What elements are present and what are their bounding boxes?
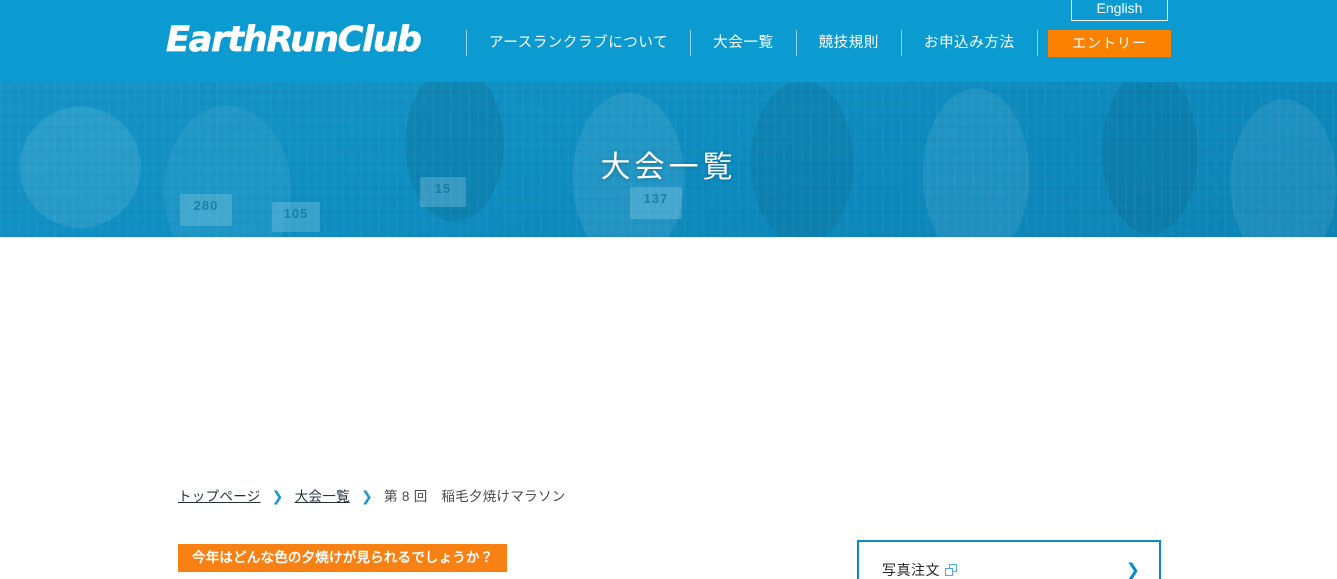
breadcrumb-separator-icon: ❯ [271, 488, 284, 504]
nav-item-rules[interactable]: 競技規則 [797, 27, 901, 59]
hero-banner: 15 137 280 105 大会一覧 [0, 82, 1337, 237]
chevron-right-icon: ❯ [1125, 560, 1140, 579]
page-body: トップページ ❯ 大会一覧 ❯ 第 8 回 稲毛夕焼けマラソン 今年はどんな色の… [0, 237, 1337, 579]
breadcrumb-events[interactable]: 大会一覧 [295, 489, 350, 504]
sidebar-item-label: 写真注文 [882, 561, 940, 578]
english-language-button[interactable]: English [1071, 0, 1168, 21]
breadcrumb: トップページ ❯ 大会一覧 ❯ 第 8 回 稲毛夕焼けマラソン [178, 485, 566, 505]
nav-divider [1036, 30, 1038, 56]
nav-item-howto-apply[interactable]: お申込み方法 [902, 27, 1037, 59]
sidebar-item-photo-order[interactable]: 写真注文 ❯ [859, 542, 1159, 579]
sidebar-link-card: 写真注文 ❯ お問い合わせ ❯ [857, 540, 1161, 579]
entry-button[interactable]: エントリー [1048, 30, 1171, 57]
breadcrumb-current: 第 8 回 稲毛夕焼けマラソン [384, 489, 566, 504]
hero-title: 大会一覧 [600, 151, 737, 184]
nav-item-events[interactable]: 大会一覧 [691, 27, 795, 59]
nav-item-about[interactable]: アースランクラブについて [467, 27, 690, 59]
site-header: EarthRunClub アースランクラブについて 大会一覧 競技規則 お申込み… [0, 0, 1337, 82]
site-logo[interactable]: EarthRunClub [166, 20, 422, 61]
external-link-icon [945, 563, 957, 576]
breadcrumb-separator-icon: ❯ [360, 488, 373, 504]
main-navigation: アースランクラブについて 大会一覧 競技規則 お申込み方法 [466, 27, 1038, 59]
breadcrumb-home[interactable]: トップページ [178, 489, 261, 504]
tagline-badge: 今年はどんな色の夕焼けが見られるでしょうか？ [178, 544, 508, 572]
